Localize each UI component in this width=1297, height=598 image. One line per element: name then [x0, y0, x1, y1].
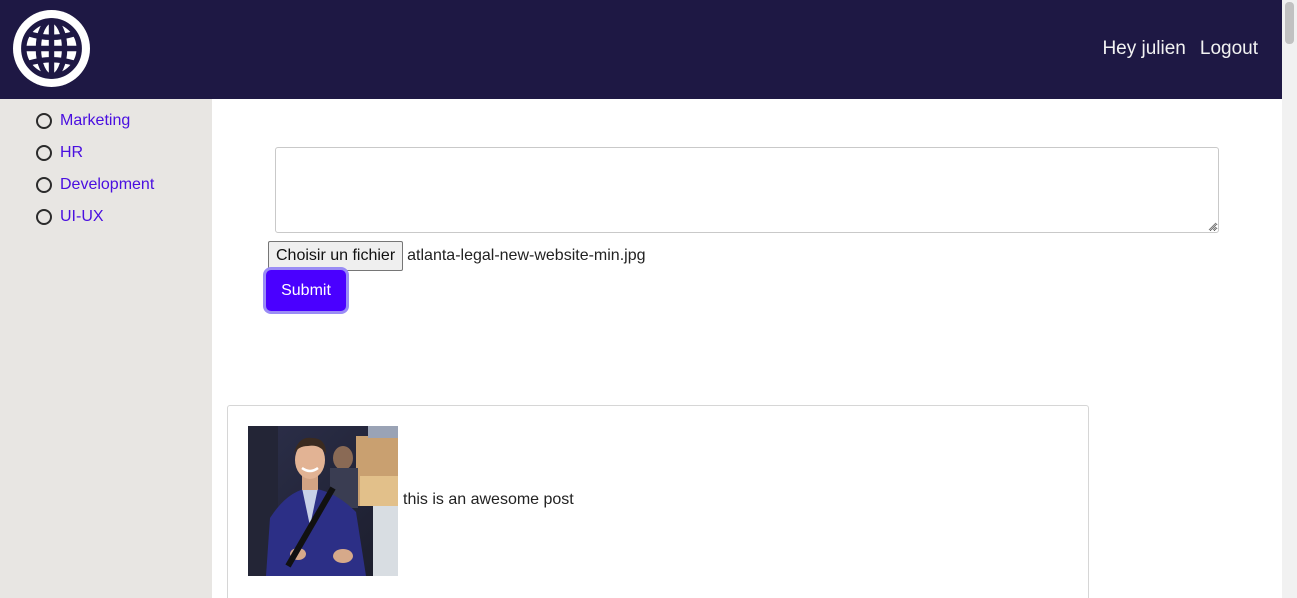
radio-icon[interactable] — [36, 209, 52, 225]
choose-file-button[interactable]: Choisir un fichier — [268, 241, 404, 271]
sidebar: Marketing HR Development UI-UX — [0, 99, 212, 598]
sidebar-item-label[interactable]: Marketing — [60, 112, 130, 130]
radio-icon[interactable] — [36, 177, 52, 193]
radio-icon[interactable] — [36, 145, 52, 161]
user-nav: Hey julien Logout — [1102, 38, 1258, 60]
sidebar-item-label[interactable]: HR — [60, 144, 83, 162]
post-text: this is an awesome post — [403, 491, 574, 508]
post-card: this is an awesome post — [227, 405, 1089, 598]
user-greeting-link[interactable]: Hey julien — [1102, 38, 1185, 60]
post-textarea[interactable] — [275, 147, 1219, 233]
user-photo — [248, 426, 398, 576]
logout-link[interactable]: Logout — [1200, 38, 1258, 60]
sidebar-item-ui-ux[interactable]: UI-UX — [0, 201, 212, 233]
page: Hey julien Logout Marketing HR Developme… — [0, 0, 1297, 598]
scrollbar-thumb[interactable] — [1285, 2, 1294, 44]
top-navbar: Hey julien Logout — [0, 0, 1282, 99]
sidebar-item-label[interactable]: UI-UX — [60, 208, 104, 226]
sidebar-item-development[interactable]: Development — [0, 169, 212, 201]
sidebar-item-label[interactable]: Development — [60, 176, 154, 194]
selected-file-name: atlanta-legal-new-website-min.jpg — [407, 247, 646, 264]
globe-icon[interactable] — [13, 10, 90, 87]
radio-icon[interactable] — [36, 113, 52, 129]
submit-button[interactable]: Submit — [266, 270, 346, 311]
category-list: Marketing HR Development UI-UX — [0, 99, 212, 233]
file-upload-row: Choisir un fichier atlanta-legal-new-web… — [268, 241, 646, 271]
scrollbar[interactable] — [1282, 0, 1297, 598]
sidebar-item-marketing[interactable]: Marketing — [0, 105, 212, 137]
sidebar-item-hr[interactable]: HR — [0, 137, 212, 169]
